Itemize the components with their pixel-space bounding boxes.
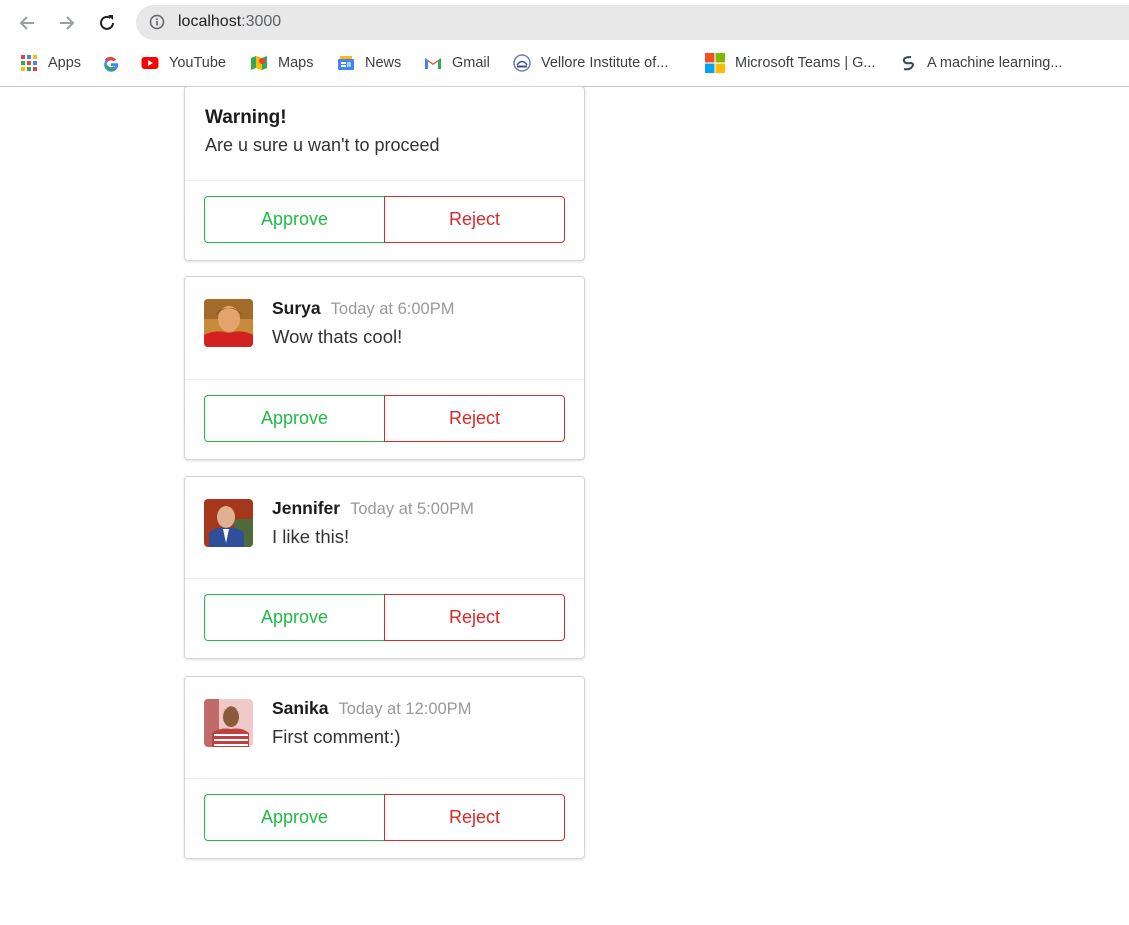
- bookmark-label: A machine learning...: [927, 55, 1063, 71]
- avatar-sanika-image: [204, 699, 253, 747]
- comment-author: Sanika Today at 12:00PM: [272, 698, 471, 719]
- youtube-icon: [141, 57, 159, 69]
- bookmark-maps[interactable]: Maps: [250, 50, 313, 76]
- avatar-jennifer-image: [204, 499, 253, 547]
- bookmark-machine-learning[interactable]: A machine learning...: [899, 50, 1062, 76]
- bookmark-label: Microsoft Teams | G...: [735, 55, 876, 71]
- reject-button[interactable]: Reject: [384, 794, 565, 841]
- reject-button[interactable]: Reject: [384, 395, 565, 442]
- approve-button[interactable]: Approve: [204, 196, 384, 243]
- approve-button[interactable]: Approve: [204, 395, 384, 442]
- reload-icon: [100, 15, 114, 30]
- bookmark-microsoft-teams[interactable]: Microsoft Teams | G...: [705, 50, 875, 76]
- warning-actions: Approve Reject: [185, 181, 584, 260]
- bookmark-gmail[interactable]: Gmail: [424, 50, 490, 76]
- forward-arrow-icon: [60, 16, 75, 30]
- comment-content: Sanika Today at 12:00PM First comment:): [185, 677, 584, 779]
- bookmark-label: Apps: [48, 55, 82, 71]
- comment-actions: Approve Reject: [185, 779, 584, 858]
- warning-content: Warning! Are u sure u wan't to proceed: [185, 87, 584, 181]
- bookmark-label: YouTube: [169, 55, 226, 71]
- google-icon: [104, 56, 119, 72]
- bookmark-news[interactable]: News: [337, 50, 401, 76]
- comment-card: Jennifer Today at 5:00PM I like this! App…: [184, 476, 585, 659]
- forward-button[interactable]: [53, 9, 81, 37]
- comment-author: Jennifer Today at 5:00PM: [272, 498, 474, 519]
- reject-button[interactable]: Reject: [384, 594, 565, 641]
- comment-author: Surya Today at 6:00PM: [272, 298, 454, 319]
- comment-actions: Approve Reject: [185, 579, 584, 658]
- comment-card: Surya Today at 6:00PM Wow thats cool! App…: [184, 276, 585, 460]
- comment-actions: Approve Reject: [185, 380, 584, 459]
- avatar-surya-image: [204, 299, 253, 347]
- comment-card: Sanika Today at 12:00PM First comment:) A…: [184, 676, 585, 859]
- comment-content: Surya Today at 6:00PM Wow thats cool!: [185, 277, 584, 380]
- avatar: [204, 699, 253, 747]
- comment-time: Today at 12:00PM: [338, 700, 472, 718]
- avatar: [204, 299, 253, 347]
- bookmark-label: Gmail: [452, 55, 490, 71]
- microsoft-icon: [705, 53, 725, 73]
- comment-time: Today at 5:00PM: [350, 500, 474, 518]
- reject-button[interactable]: Reject: [384, 196, 565, 243]
- bookmarks-bar: Apps YouTube Maps News Gmail Vellore Ins…: [0, 50, 1129, 76]
- author-name[interactable]: Sanika: [272, 698, 328, 718]
- comment-text: Wow thats cool!: [272, 326, 403, 347]
- info-icon[interactable]: [149, 14, 165, 30]
- author-name[interactable]: Jennifer: [272, 498, 340, 518]
- gmail-icon: [425, 58, 441, 69]
- browser-chrome: localhost:3000 Apps YouTube Maps News Gm…: [0, 0, 1129, 87]
- author-name[interactable]: Surya: [272, 298, 321, 318]
- url-text[interactable]: localhost:3000: [178, 13, 281, 31]
- url-port: :3000: [241, 13, 282, 30]
- bookmark-label: News: [365, 55, 402, 71]
- warning-message: Are u sure u wan't to proceed: [205, 135, 440, 155]
- warning-card: Warning! Are u sure u wan't to proceed A…: [184, 86, 585, 261]
- back-button[interactable]: [13, 9, 41, 37]
- back-arrow-icon: [19, 16, 34, 30]
- bookmark-youtube[interactable]: YouTube: [141, 50, 226, 76]
- warning-title: Warning!: [205, 107, 287, 128]
- bookmark-apps[interactable]: Apps: [20, 50, 81, 76]
- bookmark-label: Maps: [278, 55, 314, 71]
- apps-grid-icon: [21, 55, 37, 71]
- bookmark-google[interactable]: [102, 50, 130, 76]
- bookmark-label: Vellore Institute of...: [541, 55, 669, 71]
- bookmark-vellore[interactable]: Vellore Institute of...: [513, 50, 668, 76]
- approve-button[interactable]: Approve: [204, 794, 384, 841]
- reload-button[interactable]: [93, 9, 121, 37]
- maps-icon: [251, 56, 267, 70]
- comment-text: I like this!: [272, 526, 350, 547]
- comment-text: First comment:): [272, 726, 401, 747]
- ml-site-icon: [902, 56, 914, 71]
- news-icon: [338, 56, 354, 70]
- vit-logo-icon: [513, 54, 531, 72]
- avatar: [204, 499, 253, 547]
- comment-content: Jennifer Today at 5:00PM I like this!: [185, 477, 584, 579]
- address-bar[interactable]: localhost:3000: [136, 5, 1129, 40]
- approve-button[interactable]: Approve: [204, 594, 384, 641]
- comment-time: Today at 6:00PM: [330, 300, 455, 318]
- url-host: localhost: [178, 13, 242, 30]
